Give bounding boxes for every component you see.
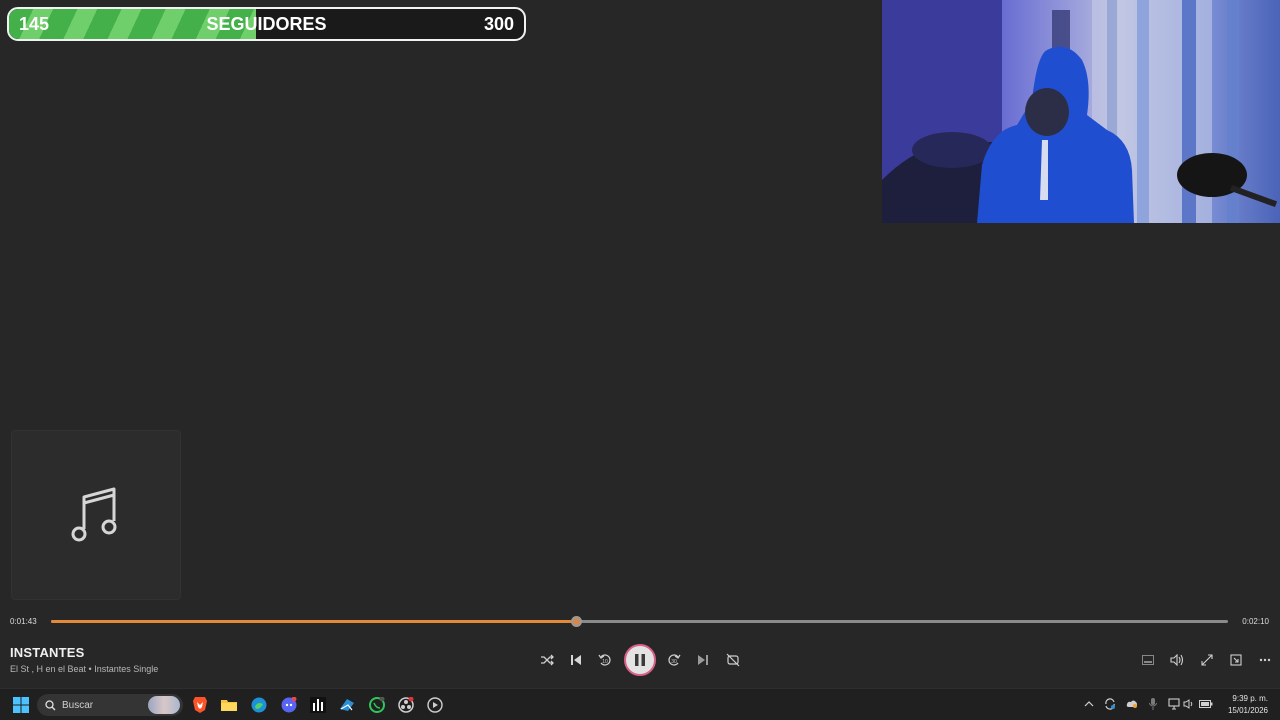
tray-microphone[interactable] <box>1146 697 1160 711</box>
clock-date: 15/01/2026 <box>1227 706 1268 715</box>
monitor-network-icon <box>1168 698 1180 710</box>
taskbar-edge[interactable] <box>248 694 270 716</box>
search-placeholder: Buscar <box>62 699 94 711</box>
tray-overflow-button[interactable] <box>1082 697 1096 711</box>
follower-goal-bar: 145 SEGUIDORES 300 <box>7 7 526 41</box>
media-player-icon <box>427 697 443 713</box>
album-art-placeholder <box>11 430 181 600</box>
forward-30-icon: 30 <box>668 654 681 666</box>
audio-levels-icon <box>310 697 326 713</box>
brave-browser-icon <box>193 697 207 713</box>
volume-icon <box>1170 654 1184 666</box>
taskbar-media-player[interactable] <box>424 694 446 716</box>
compact-overlay-icon <box>1230 654 1242 666</box>
total-time: 0:02:10 <box>1242 617 1269 626</box>
forward-30-button[interactable]: 30 <box>664 650 684 670</box>
tray-volume[interactable] <box>1182 697 1196 711</box>
miniplayer-button[interactable] <box>1138 650 1158 670</box>
goal-target-count: 300 <box>483 13 514 34</box>
shuffle-icon <box>541 654 554 666</box>
tray-cloud[interactable] <box>1125 697 1139 711</box>
speaker-icon <box>1183 699 1193 709</box>
elapsed-time: 0:01:43 <box>10 617 37 626</box>
taskbar-audio-app[interactable] <box>307 694 329 716</box>
battery-icon <box>1199 700 1213 708</box>
start-button[interactable] <box>10 694 32 716</box>
webcam-feed <box>882 0 1280 223</box>
next-track-button[interactable] <box>693 650 713 670</box>
seek-bar[interactable] <box>51 616 1228 627</box>
windows-logo-icon <box>13 697 29 713</box>
cloud-icon <box>1126 700 1137 708</box>
system-clock[interactable]: 9:39 p. m. 15/01/2026 <box>1228 693 1268 717</box>
rewind-10-button[interactable]: 10 <box>595 650 615 670</box>
repeat-off-button[interactable] <box>723 650 743 670</box>
skip-previous-icon <box>571 655 581 665</box>
song-artist-album[interactable]: El St , H en el Beat • Instantes Single <box>10 664 158 674</box>
steam-icon <box>340 699 354 711</box>
rewind-10-icon: 10 <box>598 654 611 666</box>
pause-icon <box>635 654 645 666</box>
taskbar-discord[interactable] <box>278 694 300 716</box>
more-options-icon <box>1259 658 1271 662</box>
whatsapp-icon <box>369 697 385 713</box>
taskbar-file-explorer[interactable] <box>218 694 240 716</box>
folder-icon <box>221 700 237 711</box>
taskbar-brave[interactable] <box>189 694 211 716</box>
search-icon <box>45 699 56 710</box>
expand-icon <box>1201 654 1213 666</box>
more-options-button[interactable] <box>1255 650 1275 670</box>
seek-bar-thumb[interactable] <box>570 616 582 627</box>
tray-network[interactable] <box>1167 697 1181 711</box>
skip-next-icon <box>698 655 708 665</box>
sync-icon <box>1105 698 1115 710</box>
shuffle-button[interactable] <box>537 650 557 670</box>
clock-time: 9:39 p. m. <box>1232 694 1268 703</box>
miniplayer-icon <box>1142 655 1154 665</box>
tray-sync[interactable] <box>1103 697 1117 711</box>
volume-button[interactable] <box>1167 650 1187 670</box>
repeat-off-icon <box>726 653 740 667</box>
tray-battery[interactable] <box>1199 697 1213 711</box>
obs-icon <box>398 697 414 713</box>
svg-text:10: 10 <box>602 659 608 665</box>
chevron-up-icon <box>1084 701 1094 707</box>
stream-scene: 145 SEGUIDORES 300 0:01:43 0:02:10 INSTA… <box>0 0 1280 720</box>
music-note-icon <box>71 487 117 542</box>
discord-icon <box>281 697 297 713</box>
taskbar-steam[interactable] <box>336 694 358 716</box>
seek-bar-progress <box>51 620 576 623</box>
taskbar: Buscar 9:39 p. m. 15/01/2026 <box>0 688 1280 720</box>
taskbar-obs[interactable] <box>395 694 417 716</box>
song-title[interactable]: INSTANTES <box>10 645 85 660</box>
compact-overlay-button[interactable] <box>1226 650 1246 670</box>
pause-button[interactable] <box>624 644 656 676</box>
previous-track-button[interactable] <box>566 650 586 670</box>
microphone-icon <box>1149 698 1157 710</box>
svg-text:30: 30 <box>671 659 677 665</box>
search-highlight-image <box>148 696 180 714</box>
taskbar-whatsapp[interactable] <box>366 694 388 716</box>
edge-browser-icon <box>251 697 267 713</box>
fullscreen-button[interactable] <box>1197 650 1217 670</box>
goal-label: SEGUIDORES <box>206 13 327 34</box>
taskbar-search[interactable]: Buscar <box>37 694 183 716</box>
